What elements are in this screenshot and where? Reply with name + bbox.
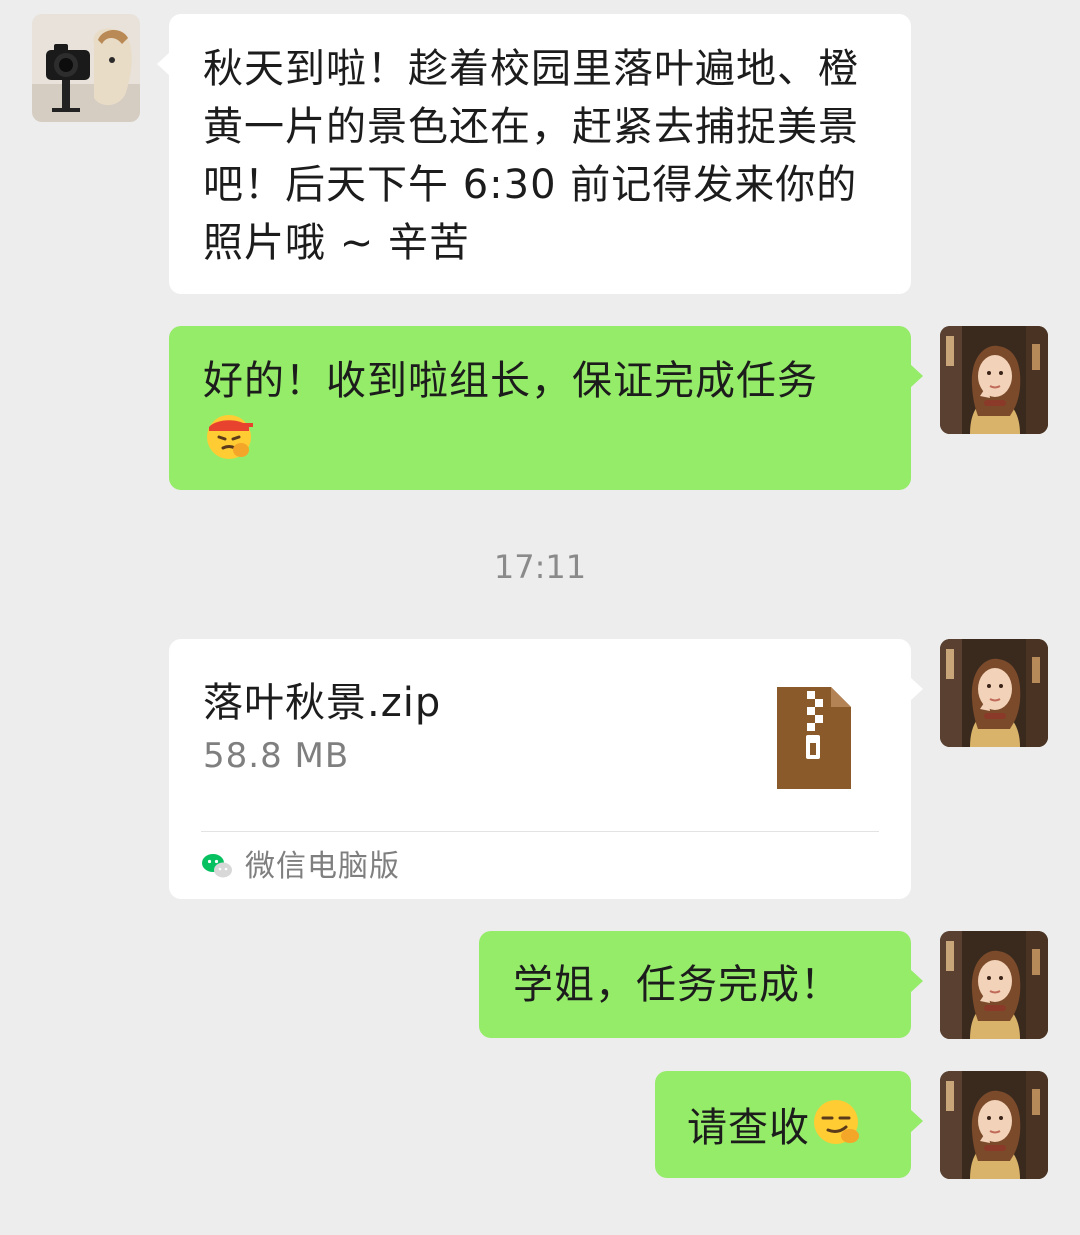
file-message-card[interactable]: 落叶秋景.zip 58.8 MB 微信电脑版 [169,639,923,899]
wechat-logo-icon [201,838,233,896]
outgoing-message-bubble[interactable]: 好的！收到啦组长，保证完成任务 [169,326,923,490]
outgoing-message-bubble[interactable]: 学姐，任务完成！ [479,931,923,1038]
outgoing-message-bubble[interactable]: 请查收 [655,1071,923,1178]
cat-camera-avatar-image [32,14,140,122]
contact-avatar[interactable] [32,14,140,122]
self-avatar[interactable] [940,326,1048,434]
bubble-tail [910,1109,923,1133]
saluting-face-emoji-icon [203,410,255,478]
self-avatar[interactable] [940,1071,1048,1179]
message-timestamp: 17:11 [493,548,587,586]
girl-portrait-avatar-image [940,1071,1048,1179]
zip-file-icon [773,685,853,807]
self-avatar[interactable] [940,931,1048,1039]
message-text: 请查收 [687,1105,810,1151]
file-source: 微信电脑版 [201,845,400,889]
message-text: 好的！收到啦组长，保证完成任务 [203,358,818,404]
girl-portrait-avatar-image [940,326,1048,434]
smirking-face-emoji-icon [810,1096,862,1164]
bubble-tail [910,364,923,388]
file-source-label: 微信电脑版 [245,849,400,884]
message-text: 学姐，任务完成！ [513,962,841,1008]
divider [201,831,879,832]
bubble-tail [910,677,923,701]
message-text: 秋天到啦！趁着校园里落叶遍地、橙黄一片的景色还在，赶紧去捕捉美景吧！后天下午 6… [203,46,859,266]
bubble-tail [910,969,923,993]
bubble-tail [157,52,170,76]
incoming-message-bubble[interactable]: 秋天到啦！趁着校园里落叶遍地、橙黄一片的景色还在，赶紧去捕捉美景吧！后天下午 6… [157,14,911,294]
file-size: 58.8 MB [203,736,350,776]
girl-portrait-avatar-image [940,931,1048,1039]
self-avatar[interactable] [940,639,1048,747]
file-name: 落叶秋景.zip [203,680,442,726]
girl-portrait-avatar-image [940,639,1048,747]
